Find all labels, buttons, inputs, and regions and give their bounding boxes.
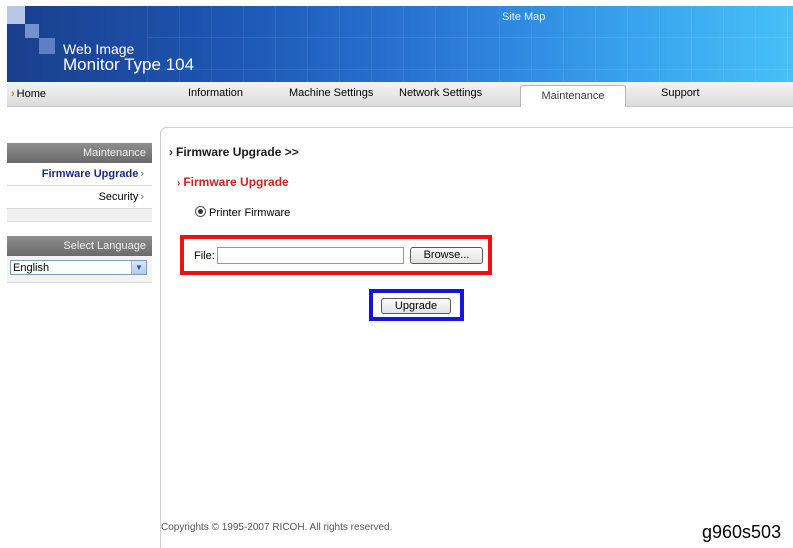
logo-square bbox=[25, 24, 39, 38]
language-panel: English ▼ bbox=[7, 256, 152, 283]
sidebar-section-title: Maintenance bbox=[7, 143, 152, 163]
printer-firmware-option[interactable]: Printer Firmware bbox=[195, 206, 290, 219]
site-map-link[interactable]: Site Map bbox=[502, 11, 545, 23]
product-name-line2: Monitor Type 104 bbox=[63, 55, 195, 74]
home-label: Home bbox=[16, 88, 47, 100]
top-nav: › Home Information Machine Settings Netwo… bbox=[7, 82, 793, 107]
language-section-title: Select Language bbox=[7, 236, 152, 256]
chevron-right-icon: › bbox=[177, 178, 181, 189]
tab-network-settings[interactable]: Network Settings bbox=[399, 87, 482, 99]
chevron-right-icon: › bbox=[140, 191, 144, 203]
sidebar-item-firmware-upgrade[interactable]: Firmware Upgrade › bbox=[7, 163, 152, 186]
upgrade-button[interactable]: Upgrade bbox=[381, 298, 451, 314]
chevron-down-icon[interactable]: ▼ bbox=[131, 261, 146, 274]
chevron-right-icon: › bbox=[169, 145, 173, 159]
language-selected-value: English bbox=[13, 262, 50, 274]
tab-machine-settings[interactable]: Machine Settings bbox=[289, 87, 373, 99]
copyright-text: Copyrights © 1995-2007 RICOH. All rights… bbox=[161, 522, 393, 533]
browse-button[interactable]: Browse... bbox=[410, 247, 483, 264]
home-link[interactable]: › Home bbox=[11, 88, 46, 100]
main-panel: › Firmware Upgrade >> › Firmware Upgrade P… bbox=[160, 127, 793, 548]
header-banner: Web Image Monitor Type 104 Site Map bbox=[7, 6, 793, 82]
sidebar-item-label: Firmware Upgrade bbox=[41, 168, 139, 180]
file-highlight-box: File: Browse... bbox=[180, 235, 492, 275]
breadcrumb: › Firmware Upgrade >> bbox=[169, 145, 299, 159]
sidebar-spacer bbox=[7, 209, 152, 222]
logo-square bbox=[39, 38, 55, 54]
banner-pattern bbox=[147, 6, 793, 82]
file-path-input[interactable] bbox=[217, 247, 404, 264]
radio-selected-icon[interactable] bbox=[195, 206, 206, 217]
tab-support[interactable]: Support bbox=[661, 87, 700, 99]
figure-id: g960s503 bbox=[702, 522, 782, 542]
upgrade-highlight-box: Upgrade bbox=[369, 289, 464, 321]
radio-label: Printer Firmware bbox=[209, 207, 291, 219]
chevron-right-icon: › bbox=[140, 168, 144, 180]
tab-information[interactable]: Information bbox=[188, 87, 243, 99]
chevron-right-icon: › bbox=[11, 88, 15, 100]
breadcrumb-label: Firmware Upgrade >> bbox=[176, 145, 299, 159]
file-label: File: bbox=[194, 250, 215, 262]
tab-maintenance[interactable]: Maintenance bbox=[520, 85, 626, 107]
section-title-label: Firmware Upgrade bbox=[183, 175, 289, 189]
sidebar-item-label: Security bbox=[98, 191, 139, 203]
left-sidebar: Maintenance Firmware Upgrade › Security › … bbox=[7, 143, 152, 283]
section-title: › Firmware Upgrade bbox=[177, 175, 289, 189]
logo-square bbox=[7, 6, 25, 24]
language-select[interactable]: English ▼ bbox=[10, 260, 147, 275]
sidebar-item-security[interactable]: Security › bbox=[7, 186, 152, 209]
